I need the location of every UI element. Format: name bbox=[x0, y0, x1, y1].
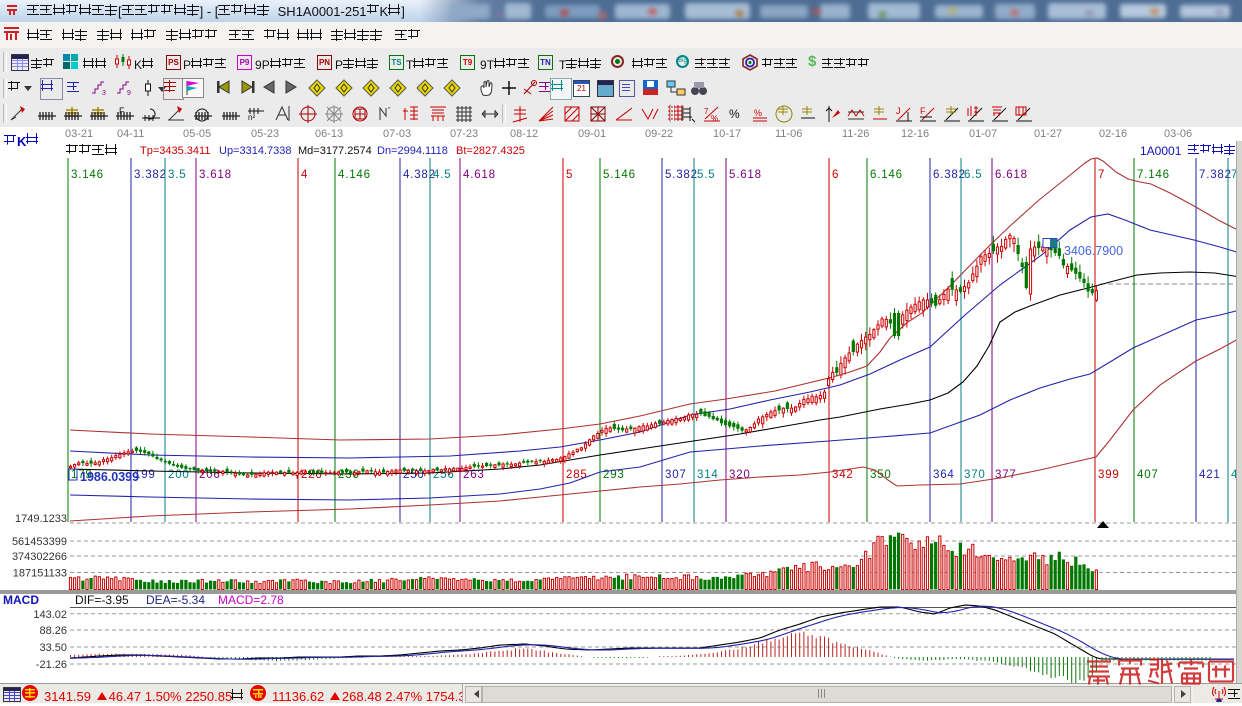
svg-text:370: 370 bbox=[964, 469, 986, 481]
svg-text:%: % bbox=[754, 108, 762, 118]
svg-text:%: % bbox=[729, 107, 740, 121]
svg-text:3.146: 3.146 bbox=[71, 169, 104, 181]
svg-text:3.382: 3.382 bbox=[134, 169, 167, 181]
svg-text:5.146: 5.146 bbox=[603, 169, 636, 181]
svg-text:6.618: 6.618 bbox=[995, 169, 1028, 181]
svg-text:Up=3314.7338: Up=3314.7338 bbox=[219, 145, 291, 157]
svg-text:Bt=2827.4325: Bt=2827.4325 bbox=[456, 145, 525, 157]
svg-text:561453399: 561453399 bbox=[12, 536, 67, 548]
svg-text:3.618: 3.618 bbox=[199, 169, 232, 181]
svg-text:88.26: 88.26 bbox=[39, 625, 67, 637]
svg-text:5.5: 5.5 bbox=[697, 169, 715, 181]
svg-text:226: 226 bbox=[301, 469, 323, 481]
svg-text:3.5: 3.5 bbox=[168, 169, 186, 181]
svg-text:407: 407 bbox=[1137, 469, 1159, 481]
svg-text:6: 6 bbox=[832, 169, 839, 181]
svg-text:Tp=3435.3411: Tp=3435.3411 bbox=[140, 145, 210, 157]
svg-text:250: 250 bbox=[403, 469, 425, 481]
svg-text:Md=3177.2574: Md=3177.2574 bbox=[298, 145, 372, 157]
svg-text:1986.0399: 1986.0399 bbox=[80, 470, 139, 484]
svg-text:5.382: 5.382 bbox=[665, 169, 698, 181]
svg-text:314: 314 bbox=[697, 469, 719, 481]
svg-text:4.618: 4.618 bbox=[463, 169, 496, 181]
svg-text:33.50: 33.50 bbox=[39, 642, 67, 654]
svg-text:7: 7 bbox=[704, 107, 709, 116]
svg-text:%: % bbox=[711, 114, 718, 123]
svg-text:5: 5 bbox=[566, 169, 573, 181]
svg-text:200: 200 bbox=[168, 469, 190, 481]
svg-text:6.146: 6.146 bbox=[870, 169, 903, 181]
svg-text:421: 421 bbox=[1199, 469, 1221, 481]
svg-text:143.02: 143.02 bbox=[33, 609, 67, 621]
svg-text:307: 307 bbox=[665, 469, 687, 481]
svg-text:285: 285 bbox=[566, 469, 588, 481]
svg-text:7.382: 7.382 bbox=[1199, 169, 1232, 181]
svg-text:6.5: 6.5 bbox=[964, 169, 982, 181]
svg-text:n²: n² bbox=[248, 113, 255, 122]
svg-text:": " bbox=[388, 107, 391, 114]
svg-text:Dn=2994.1118: Dn=2994.1118 bbox=[377, 145, 448, 157]
svg-text:-21.26: -21.26 bbox=[36, 659, 67, 671]
svg-text:3406.7900: 3406.7900 bbox=[1064, 244, 1123, 258]
svg-text:4.382: 4.382 bbox=[403, 169, 436, 181]
svg-text:MACD=2.78: MACD=2.78 bbox=[218, 593, 284, 607]
svg-text:1749.1233: 1749.1233 bbox=[15, 513, 67, 525]
svg-text:374302266: 374302266 bbox=[12, 551, 67, 563]
svg-text:4.146: 4.146 bbox=[338, 169, 371, 181]
svg-text:7.146: 7.146 bbox=[1137, 169, 1170, 181]
svg-text:DEA=-5.34: DEA=-5.34 bbox=[146, 593, 205, 607]
svg-text:5.618: 5.618 bbox=[729, 169, 762, 181]
svg-text:4.5: 4.5 bbox=[433, 169, 451, 181]
svg-text:4: 4 bbox=[301, 169, 308, 181]
svg-text:7: 7 bbox=[1098, 169, 1105, 181]
svg-text:9: 9 bbox=[127, 90, 131, 96]
svg-text:MACD: MACD bbox=[3, 593, 39, 607]
svg-text:187151133: 187151133 bbox=[13, 568, 67, 580]
svg-text:256: 256 bbox=[433, 469, 455, 481]
svg-text:399: 399 bbox=[1098, 469, 1120, 481]
svg-text:DIF=-3.95: DIF=-3.95 bbox=[75, 593, 129, 607]
svg-text:F: F bbox=[920, 106, 926, 116]
svg-text:364: 364 bbox=[933, 469, 955, 481]
svg-text:3: 3 bbox=[102, 90, 106, 96]
svg-text:J: J bbox=[896, 106, 901, 116]
